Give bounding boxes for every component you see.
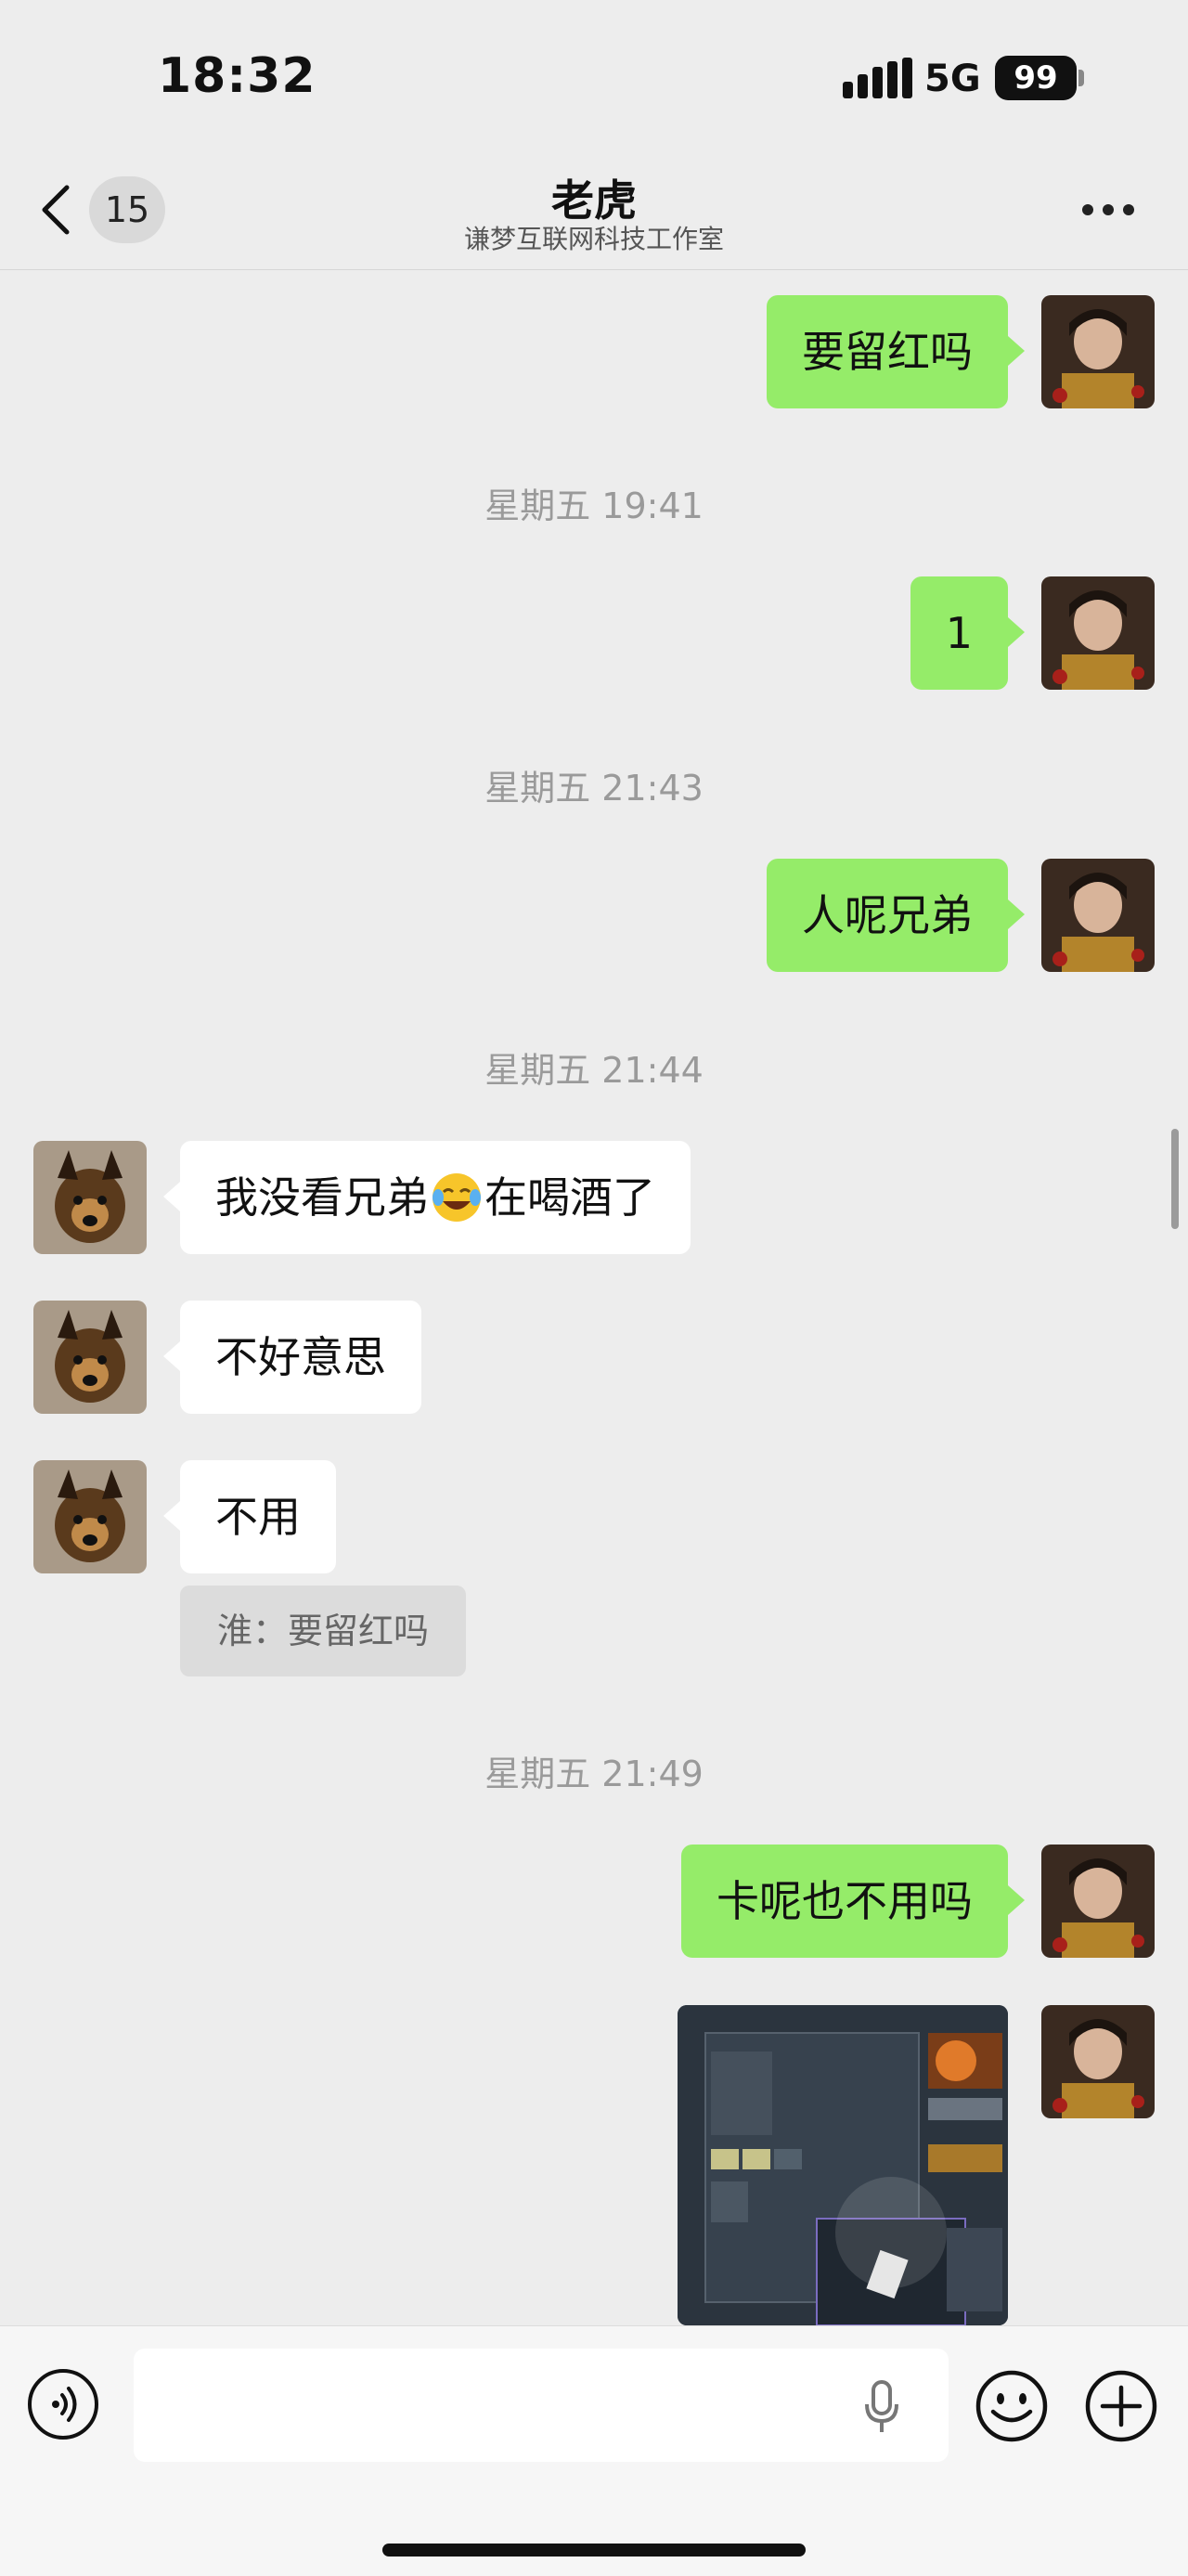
my-avatar[interactable] [1041, 295, 1155, 408]
timestamp: 星期五 21:49 [484, 1754, 704, 1794]
timestamp: 星期五 19:41 [484, 485, 704, 526]
message-text: 我没看兄弟 [215, 1172, 429, 1223]
message-bubble-sent[interactable]: 要留红吗 [767, 295, 1025, 408]
message-bubble-received[interactable]: 不好意思 [163, 1301, 421, 1414]
microphone-icon[interactable] [863, 2380, 900, 2434]
plus-icon[interactable] [1084, 2369, 1158, 2443]
chat-header: 15 老虎 谦梦互联网科技工作室 [0, 158, 1188, 270]
timestamp: 星期五 21:43 [484, 768, 704, 809]
my-avatar[interactable] [1041, 859, 1155, 972]
message-bubble-sent[interactable]: 人呢兄弟 [767, 859, 1025, 972]
my-avatar[interactable] [1041, 2005, 1155, 2118]
scrollbar[interactable] [1171, 1129, 1179, 1229]
contact-avatar[interactable] [33, 1460, 147, 1573]
message-bubble-received[interactable]: 我没看兄弟 在喝酒了 [163, 1141, 691, 1254]
clock: 18:32 [158, 48, 316, 104]
signal-icon [843, 58, 915, 98]
voice-icon[interactable] [28, 2369, 98, 2440]
my-avatar[interactable] [1041, 576, 1155, 690]
more-icon[interactable] [1082, 204, 1138, 217]
input-bar [0, 2325, 1188, 2576]
message-bubble-sent[interactable]: 1 [910, 576, 1026, 690]
my-avatar[interactable] [1041, 1845, 1155, 1958]
image-message[interactable] [678, 2005, 1008, 2325]
quoted-message[interactable]: 淮：要留红吗 [180, 1586, 467, 1676]
contact-avatar[interactable] [33, 1301, 147, 1414]
battery-icon: 99 [995, 56, 1077, 100]
status-bar: 18:32 5G 99 [0, 0, 1188, 158]
timestamp: 星期五 21:44 [484, 1050, 704, 1091]
chat-subtitle: 谦梦互联网科技工作室 [463, 224, 724, 254]
message-bubble-received[interactable]: 不用 [163, 1460, 336, 1573]
home-indicator[interactable] [382, 2544, 806, 2557]
battery-tip [1078, 70, 1084, 86]
contact-avatar[interactable] [33, 1141, 147, 1254]
network-label: 5G [924, 58, 981, 100]
message-text: 在喝酒了 [484, 1172, 655, 1223]
emoji-icon[interactable] [975, 2369, 1049, 2443]
laughing-tears-emoji-icon [433, 1172, 481, 1222]
message-bubble-sent[interactable]: 卡呢也不用吗 [681, 1845, 1025, 1958]
message-input[interactable] [134, 2349, 949, 2462]
